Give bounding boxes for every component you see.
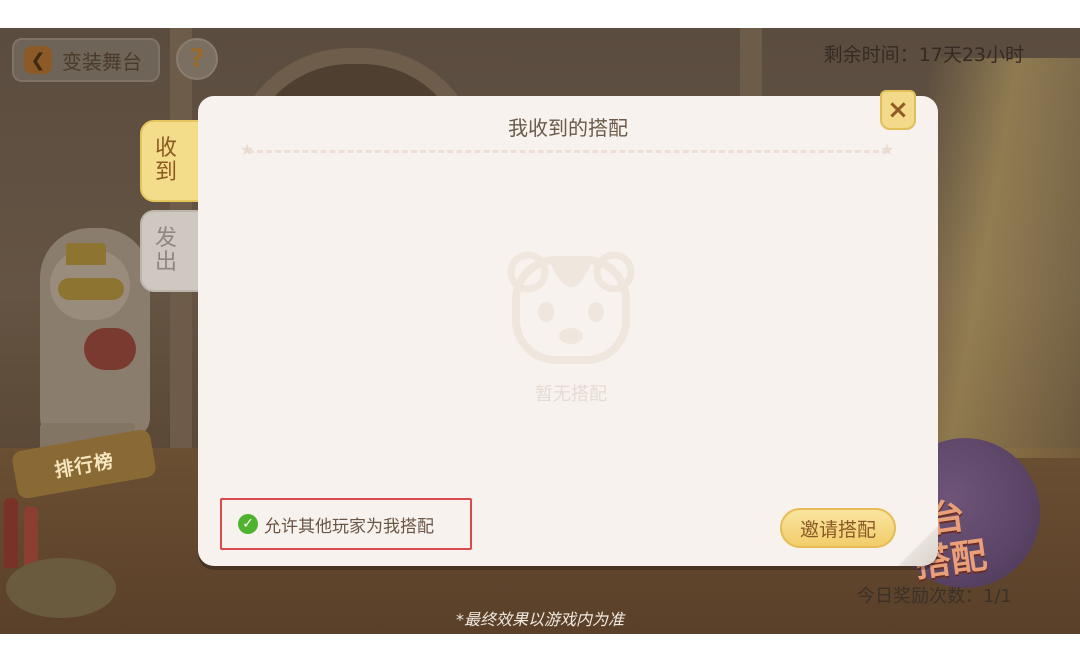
tab-sent[interactable]: 发出	[140, 210, 202, 292]
close-icon: ×	[887, 95, 909, 125]
invite-styling-button[interactable]: 邀请搭配	[780, 508, 896, 548]
check-circle-icon[interactable]: ✓	[238, 514, 258, 534]
title-divider	[248, 150, 888, 153]
leaderboard-label: 排行榜	[52, 449, 116, 482]
crown-icon	[66, 243, 106, 265]
disclaimer-text: *最终效果以游戏内为准	[455, 610, 624, 629]
empty-state: 暂无搭配	[496, 250, 646, 410]
allow-others-label: 允许其他玩家为我搭配	[264, 516, 434, 537]
dialog-title: 我收到的搭配	[508, 116, 628, 140]
back-button[interactable]: ❮ 变装舞台	[12, 38, 160, 82]
tab-received-label: 收到	[155, 136, 178, 185]
close-button[interactable]: ×	[880, 90, 916, 130]
empty-state-label: 暂无搭配	[535, 384, 607, 405]
remaining-time: 剩余时间：17天23小时	[823, 44, 1024, 66]
bear-face-icon	[507, 251, 635, 364]
daily-reward-count: 今日奖励次数：1/1	[857, 586, 1012, 607]
allow-others-style-option[interactable]: ✓ 允许其他玩家为我搭配	[220, 498, 472, 550]
invite-styling-label: 邀请搭配	[799, 518, 876, 541]
lipstick-icon	[24, 506, 38, 566]
star-icon: ★	[240, 140, 255, 159]
back-arrow-icon: ❮	[24, 46, 52, 74]
background-curtain	[930, 58, 1080, 458]
lipstick-icon	[4, 498, 18, 568]
game-screen: 排行榜 台 搭配 ❮ 变装舞台 ? 剩余时间：17天23小时 收到 发出 我收到…	[0, 28, 1080, 634]
heart-icon	[84, 328, 136, 370]
help-button[interactable]: ?	[176, 38, 218, 80]
tab-sent-label: 发出	[155, 226, 178, 275]
star-icon: ★	[880, 140, 895, 159]
back-button-label: 变装舞台	[62, 49, 142, 74]
page-curl-decoration	[898, 526, 938, 566]
tab-received[interactable]: 收到	[140, 120, 202, 202]
mask-icon	[58, 278, 124, 300]
received-outfits-dialog: 我收到的搭配 ★ ★ × 暂无搭配 ✓ 允许其他玩家为我搭配 邀请搭配	[198, 90, 938, 566]
help-icon: ?	[189, 44, 205, 74]
